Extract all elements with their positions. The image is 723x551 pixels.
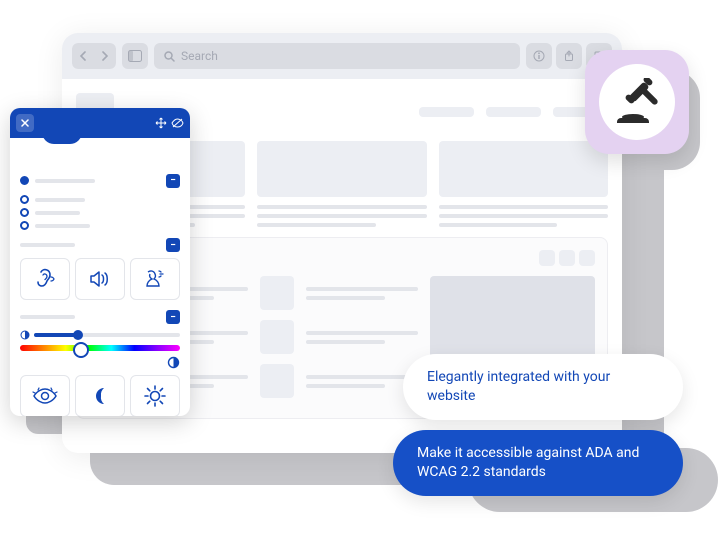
widget-tab xyxy=(42,108,82,144)
contrast-slider[interactable] xyxy=(34,333,180,337)
voice-icon[interactable] xyxy=(130,258,180,300)
hue-slider[interactable] xyxy=(20,345,180,351)
search-icon xyxy=(164,51,175,62)
back-button[interactable] xyxy=(72,43,94,69)
search-input[interactable]: Search xyxy=(154,43,520,69)
sidebar-toggle-button[interactable] xyxy=(122,43,148,69)
gavel-icon xyxy=(611,78,663,126)
forward-button[interactable] xyxy=(94,43,116,69)
browser-toolbar: Search xyxy=(62,33,622,79)
color-reset-icon[interactable] xyxy=(167,356,180,369)
ear-icon[interactable] xyxy=(20,258,70,300)
search-placeholder: Search xyxy=(181,49,218,63)
placeholder-nav xyxy=(419,107,474,117)
eye-icon[interactable] xyxy=(20,375,70,416)
widget-close-button[interactable] xyxy=(16,114,34,132)
section-collapse-button[interactable]: − xyxy=(166,310,180,324)
widget-option[interactable] xyxy=(20,208,180,217)
moon-icon[interactable] xyxy=(75,375,125,416)
callout-compliance: Make it accessible against ADA and WCAG … xyxy=(393,430,683,496)
legal-badge xyxy=(585,50,689,154)
placeholder-card xyxy=(439,141,608,197)
callout-integration: Elegantly integrated with your website xyxy=(403,354,683,420)
share-button[interactable] xyxy=(556,43,582,69)
section-collapse-button[interactable]: − xyxy=(166,238,180,252)
placeholder-card xyxy=(257,141,426,197)
move-icon[interactable] xyxy=(155,117,167,129)
info-button[interactable] xyxy=(526,43,552,69)
placeholder-nav xyxy=(486,107,541,117)
speaker-icon[interactable] xyxy=(75,258,125,300)
hide-icon[interactable] xyxy=(171,118,184,128)
contrast-icon xyxy=(20,330,30,340)
widget-option[interactable] xyxy=(20,195,180,204)
widget-option[interactable] xyxy=(20,221,180,230)
section-collapse-button[interactable]: − xyxy=(166,174,180,188)
widget-header xyxy=(10,108,190,138)
accessibility-widget: − − − xyxy=(10,108,190,416)
sun-icon[interactable] xyxy=(130,375,180,416)
callout-text: Make it accessible against ADA and WCAG … xyxy=(417,445,639,480)
callout-text: Elegantly integrated with your website xyxy=(427,369,610,404)
